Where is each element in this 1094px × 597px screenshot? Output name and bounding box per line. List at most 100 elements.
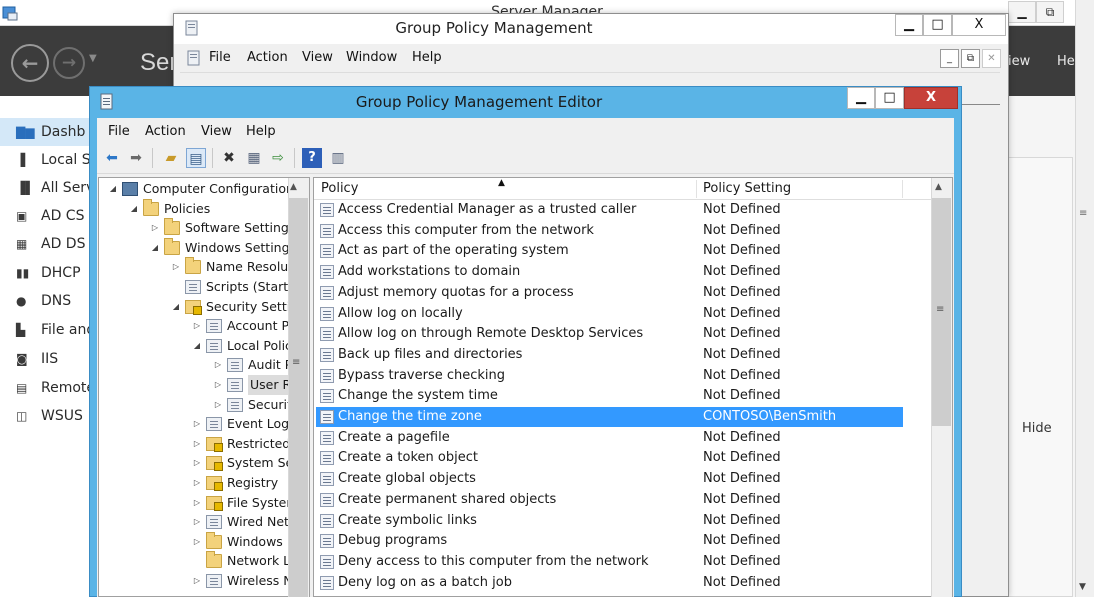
tree-node[interactable]: ▷ Event Log (98, 414, 289, 434)
gpme-close-button[interactable]: X (904, 87, 958, 109)
tree-node[interactable]: ◢ Policies (98, 198, 288, 219)
tree-node[interactable]: ▷ User Ri (98, 375, 297, 395)
up-folder-icon[interactable]: ▰ (161, 148, 181, 168)
child-minimize-button[interactable]: _ (940, 49, 959, 68)
sm-nav-ad-ds[interactable]: ▦ AD DS (0, 230, 92, 258)
column-divider[interactable] (902, 180, 903, 198)
column-header-policy[interactable]: Policy (321, 178, 358, 200)
tree-node[interactable]: ▷ System Se (98, 453, 293, 473)
tree-node[interactable]: ▷ Name Resolut (98, 257, 293, 277)
policy-row[interactable]: Act as part of the operating system Not D… (316, 241, 903, 261)
sm-nav-wsus[interactable]: ◫ WSUS (0, 402, 92, 430)
sm-nav-file-services[interactable]: ▙ File and (0, 316, 92, 344)
sm-nav-remote[interactable]: ▤ Remote (0, 374, 92, 402)
forward-arrow-icon[interactable]: → (53, 47, 85, 79)
sm-nav-dhcp[interactable]: ▮▮ DHCP (0, 259, 92, 287)
collapsed-arrow-icon[interactable]: ▷ (192, 414, 202, 434)
tree-node[interactable]: Scripts (Startu (98, 277, 296, 297)
gpm-menu-action[interactable]: Action (247, 50, 288, 65)
gpm-minimize-button[interactable]: ▁ (895, 14, 923, 36)
collapsed-arrow-icon[interactable]: ▷ (192, 316, 202, 336)
policy-row[interactable]: Create a pagefile Not Defined (316, 428, 903, 448)
gpm-menu-help[interactable]: Help (412, 50, 442, 65)
server-manager-scrollbar[interactable] (1075, 0, 1094, 597)
gpme-menu-view[interactable]: View (201, 124, 232, 139)
expanded-arrow-icon[interactable]: ◢ (192, 336, 202, 356)
sm-nav-local-server[interactable]: ▐ Local S (0, 146, 92, 174)
tree-node[interactable]: ▷ Wireless N (98, 571, 293, 591)
tree-node[interactable]: Network L (98, 551, 290, 571)
policy-row[interactable]: Access Credential Manager as a trusted c… (316, 200, 903, 220)
gpm-menu-view[interactable]: View (302, 50, 333, 65)
sm-minimize-button[interactable]: ▁ (1008, 1, 1036, 23)
show-hide-tree-icon[interactable]: ▤ (186, 148, 206, 168)
policy-row[interactable]: Allow log on locally Not Defined (316, 304, 903, 324)
tree-node[interactable]: ▷ Securit (98, 395, 292, 415)
gpme-menu-action[interactable]: Action (145, 124, 186, 139)
export-list-icon[interactable]: ⇨ (268, 148, 288, 168)
child-close-button[interactable]: ✕ (982, 49, 1001, 68)
collapsed-arrow-icon[interactable]: ▷ (192, 434, 202, 454)
sm-nav-dashboard[interactable]: ▇▆ Dashb (0, 118, 92, 146)
show-action-pane-icon[interactable]: ▥ (328, 148, 348, 168)
gpme-minimize-button[interactable]: ▁ (847, 87, 875, 109)
scroll-down-icon[interactable]: ▼ (1079, 582, 1086, 592)
collapsed-arrow-icon[interactable]: ▷ (150, 218, 160, 238)
collapsed-arrow-icon[interactable]: ▷ (192, 493, 202, 513)
tree-scroll-thumb[interactable] (289, 198, 308, 597)
policy-row[interactable]: Change the system time Not Defined (316, 386, 903, 406)
collapsed-arrow-icon[interactable]: ▷ (213, 355, 223, 375)
policy-row[interactable]: Access this computer from the network Not… (316, 221, 903, 241)
scroll-up-icon[interactable]: ▲ (935, 182, 942, 192)
child-restore-button[interactable]: ⧉ (961, 49, 980, 68)
gpme-menu-help[interactable]: Help (246, 124, 276, 139)
tree-node[interactable]: ◢ Local Polic (98, 336, 292, 356)
sm-nav-iis[interactable]: ◙ IIS (0, 345, 92, 373)
delete-icon[interactable]: ✖ (219, 148, 239, 168)
collapsed-arrow-icon[interactable]: ▷ (171, 257, 181, 277)
collapsed-arrow-icon[interactable]: ▷ (213, 395, 223, 415)
policy-row[interactable]: Change the time zone CONTOSO\BenSmith (316, 407, 903, 427)
tree-node[interactable]: ▷ Registry (98, 473, 288, 493)
collapsed-arrow-icon[interactable]: ▷ (213, 375, 223, 395)
policy-row[interactable]: Adjust memory quotas for a process Not De… (316, 283, 903, 303)
history-dropdown-icon[interactable]: ▼ (89, 53, 97, 64)
back-icon[interactable]: ⬅ (102, 148, 122, 168)
collapsed-arrow-icon[interactable]: ▷ (192, 532, 202, 552)
sm-nav-dns[interactable]: ● DNS (0, 287, 92, 315)
policy-row[interactable]: Allow log on through Remote Desktop Serv… (316, 324, 903, 344)
sm-restore-button[interactable]: ⧉ (1036, 1, 1064, 23)
tree-node[interactable]: ▷ Software Settings (98, 218, 295, 238)
tree-node[interactable]: ▷ Wired Net (98, 512, 289, 532)
collapsed-arrow-icon[interactable]: ▷ (192, 453, 202, 473)
policy-row[interactable]: Add workstations to domain Not Defined (316, 262, 903, 282)
policy-row[interactable]: Deny access to this computer from the ne… (316, 552, 903, 572)
forward-icon[interactable]: ➡ (126, 148, 146, 168)
sm-hide-link[interactable]: Hide (1022, 421, 1052, 436)
tree-node[interactable]: ▷ Windows (98, 531, 288, 552)
expanded-arrow-icon[interactable]: ◢ (150, 238, 160, 258)
back-arrow-icon[interactable]: ← (11, 44, 49, 82)
policy-row[interactable]: Debug programs Not Defined (316, 531, 903, 551)
tree-node[interactable]: ◢ Windows Settings (98, 237, 296, 258)
policy-row[interactable]: Create symbolic links Not Defined (316, 511, 903, 531)
collapsed-arrow-icon[interactable]: ▷ (192, 473, 202, 493)
policy-row[interactable]: Bypass traverse checking Not Defined (316, 366, 903, 386)
gpme-maximize-button[interactable]: □ (875, 87, 904, 109)
policy-row[interactable]: Create permanent shared objects Not Defin… (316, 490, 903, 510)
collapsed-arrow-icon[interactable]: ▷ (192, 571, 202, 591)
tree-node[interactable]: ◢ Security Settin (98, 297, 298, 317)
sm-nav-ad-cs[interactable]: ▣ AD CS (0, 202, 92, 230)
sm-menu-help[interactable]: He (1057, 54, 1075, 69)
collapsed-arrow-icon[interactable]: ▷ (192, 512, 202, 532)
tree-node[interactable]: ◢ Computer Configuration (98, 179, 294, 199)
tree-node[interactable]: ▷ Account P (98, 316, 289, 336)
expanded-arrow-icon[interactable]: ◢ (108, 179, 118, 199)
tree-node[interactable]: ▷ Restricted (98, 434, 290, 454)
properties-icon[interactable]: ▦ (244, 148, 264, 168)
sm-menu-view[interactable]: iew (1008, 54, 1030, 69)
policy-row[interactable]: Back up files and directories Not Defined (316, 345, 903, 365)
gpm-menu-window[interactable]: Window (346, 50, 397, 65)
scroll-up-icon[interactable]: ▲ (290, 182, 297, 192)
column-header-policy-setting[interactable]: Policy Setting (703, 178, 791, 200)
